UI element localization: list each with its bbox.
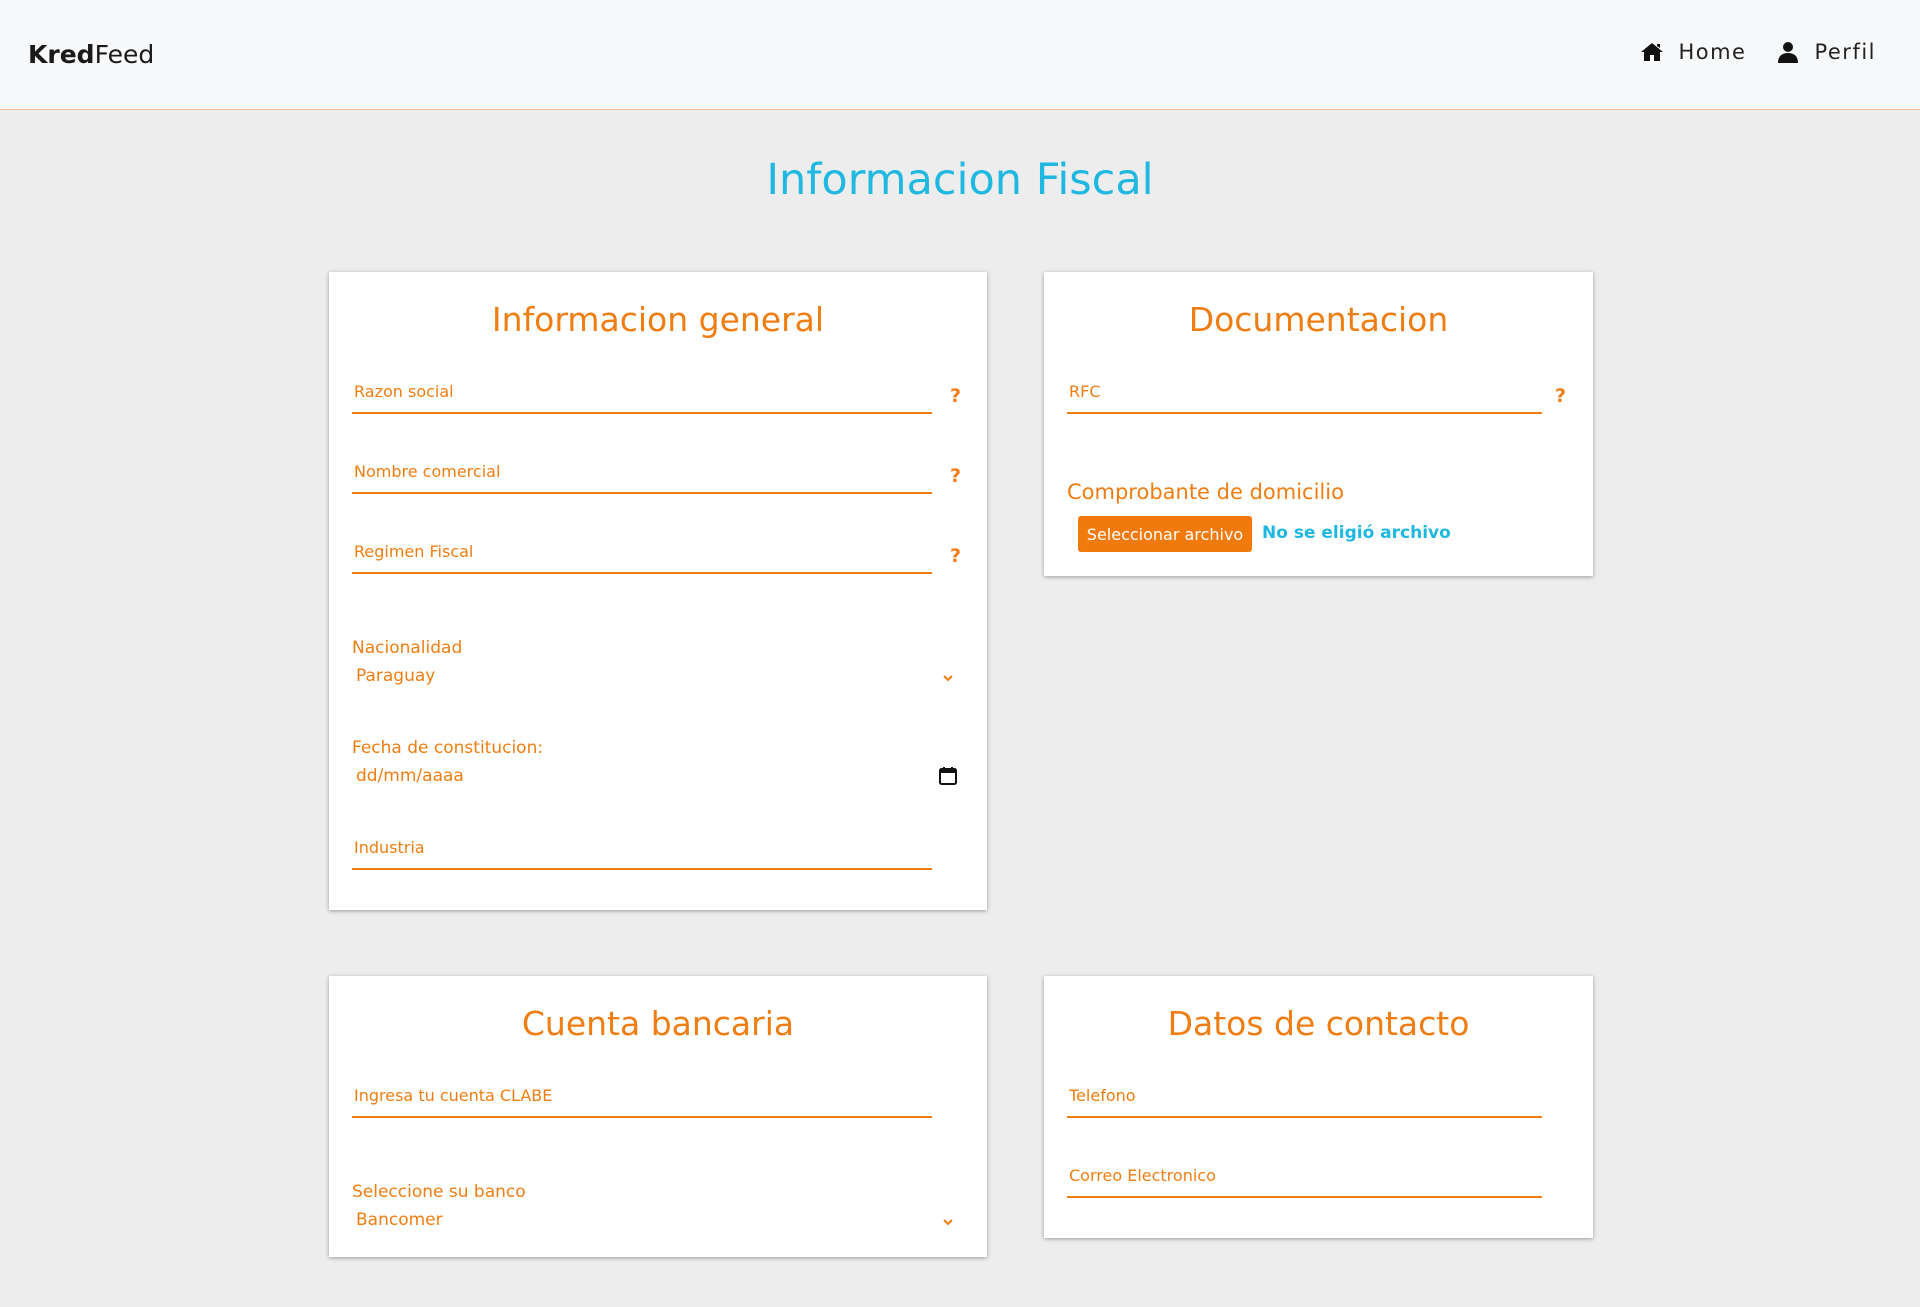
regimen-fiscal-help-icon[interactable]: ? — [950, 545, 961, 567]
nav-home-label: Home — [1678, 40, 1747, 64]
datos-contacto-title: Datos de contacto — [1167, 1004, 1470, 1043]
nombre-comercial-underline — [352, 492, 932, 494]
comprobante-label: Comprobante de domicilio — [1067, 480, 1344, 504]
regimen-fiscal-underline — [352, 572, 932, 574]
general-info-card: Informacion general Razon social ? Nombr… — [329, 272, 987, 910]
telefono-underline — [1067, 1116, 1542, 1118]
regimen-fiscal-field[interactable]: Regimen Fiscal — [352, 542, 932, 576]
chevron-down-icon — [943, 675, 953, 682]
rfc-underline — [1067, 412, 1542, 414]
top-navbar: KredFeed Home Perfil — [0, 0, 1920, 110]
cuenta-bancaria-title: Cuenta bancaria — [521, 1004, 795, 1043]
fecha-constitucion-placeholder: dd/mm/aaaa — [356, 766, 464, 786]
correo-underline — [1067, 1196, 1542, 1198]
nav-profile-label: Perfil — [1814, 40, 1876, 64]
nav-links: Home Perfil — [1640, 40, 1876, 64]
select-file-button[interactable]: Seleccionar archivo — [1078, 516, 1252, 552]
user-icon — [1778, 42, 1799, 63]
banco-value: Bancomer — [356, 1210, 443, 1230]
cuenta-bancaria-card: Cuenta bancaria Ingresa tu cuenta CLABE … — [329, 976, 987, 1257]
nacionalidad-value: Paraguay — [356, 666, 436, 686]
nombre-comercial-placeholder: Nombre comercial — [354, 462, 501, 481]
banco-label: Seleccione su banco — [352, 1182, 526, 1202]
correo-placeholder: Correo Electronico — [1069, 1166, 1216, 1185]
home-icon — [1641, 43, 1664, 61]
razon-social-help-icon[interactable]: ? — [950, 385, 961, 407]
rfc-field[interactable]: RFC — [1067, 382, 1542, 416]
general-info-title: Informacion general — [491, 300, 825, 339]
kredfeed-logo[interactable]: KredFeed — [28, 40, 154, 69]
industria-placeholder: Industria — [354, 838, 425, 857]
chevron-down-icon — [943, 1219, 953, 1226]
calendar-icon[interactable] — [938, 766, 958, 786]
documentacion-card: Documentacion RFC ? Comprobante de domic… — [1044, 272, 1593, 576]
clabe-field[interactable]: Ingresa tu cuenta CLABE — [352, 1086, 932, 1120]
industria-field[interactable]: Industria — [352, 838, 932, 872]
clabe-underline — [352, 1116, 932, 1118]
page-title: Informacion Fiscal — [766, 155, 1154, 205]
logo-feed-text: Feed — [94, 40, 155, 69]
telefono-field[interactable]: Telefono — [1067, 1086, 1542, 1120]
logo-kred-text: Kred — [28, 40, 95, 69]
nacionalidad-label: Nacionalidad — [352, 638, 463, 658]
nombre-comercial-field[interactable]: Nombre comercial — [352, 462, 932, 496]
nav-home-link[interactable]: Home — [1640, 40, 1746, 64]
nav-profile-link[interactable]: Perfil — [1776, 40, 1876, 64]
datos-contacto-card: Datos de contacto Telefono Correo Electr… — [1044, 976, 1593, 1238]
fecha-constitucion-label: Fecha de constitucion: — [352, 738, 544, 758]
rfc-help-icon[interactable]: ? — [1555, 385, 1566, 407]
correo-field[interactable]: Correo Electronico — [1067, 1166, 1542, 1200]
documentacion-title: Documentacion — [1188, 300, 1449, 339]
razon-social-underline — [352, 412, 932, 414]
rfc-placeholder: RFC — [1069, 382, 1101, 401]
razon-social-placeholder: Razon social — [354, 382, 454, 401]
telefono-placeholder: Telefono — [1069, 1086, 1136, 1105]
clabe-placeholder: Ingresa tu cuenta CLABE — [354, 1086, 553, 1105]
fecha-constitucion-input[interactable]: dd/mm/aaaa — [352, 764, 960, 790]
industria-underline — [352, 868, 932, 870]
nacionalidad-select[interactable]: Paraguay — [352, 664, 960, 690]
file-status-text: No se eligió archivo — [1262, 523, 1451, 543]
regimen-fiscal-placeholder: Regimen Fiscal — [354, 542, 474, 561]
banco-select[interactable]: Bancomer — [352, 1208, 960, 1234]
nombre-comercial-help-icon[interactable]: ? — [950, 465, 961, 487]
